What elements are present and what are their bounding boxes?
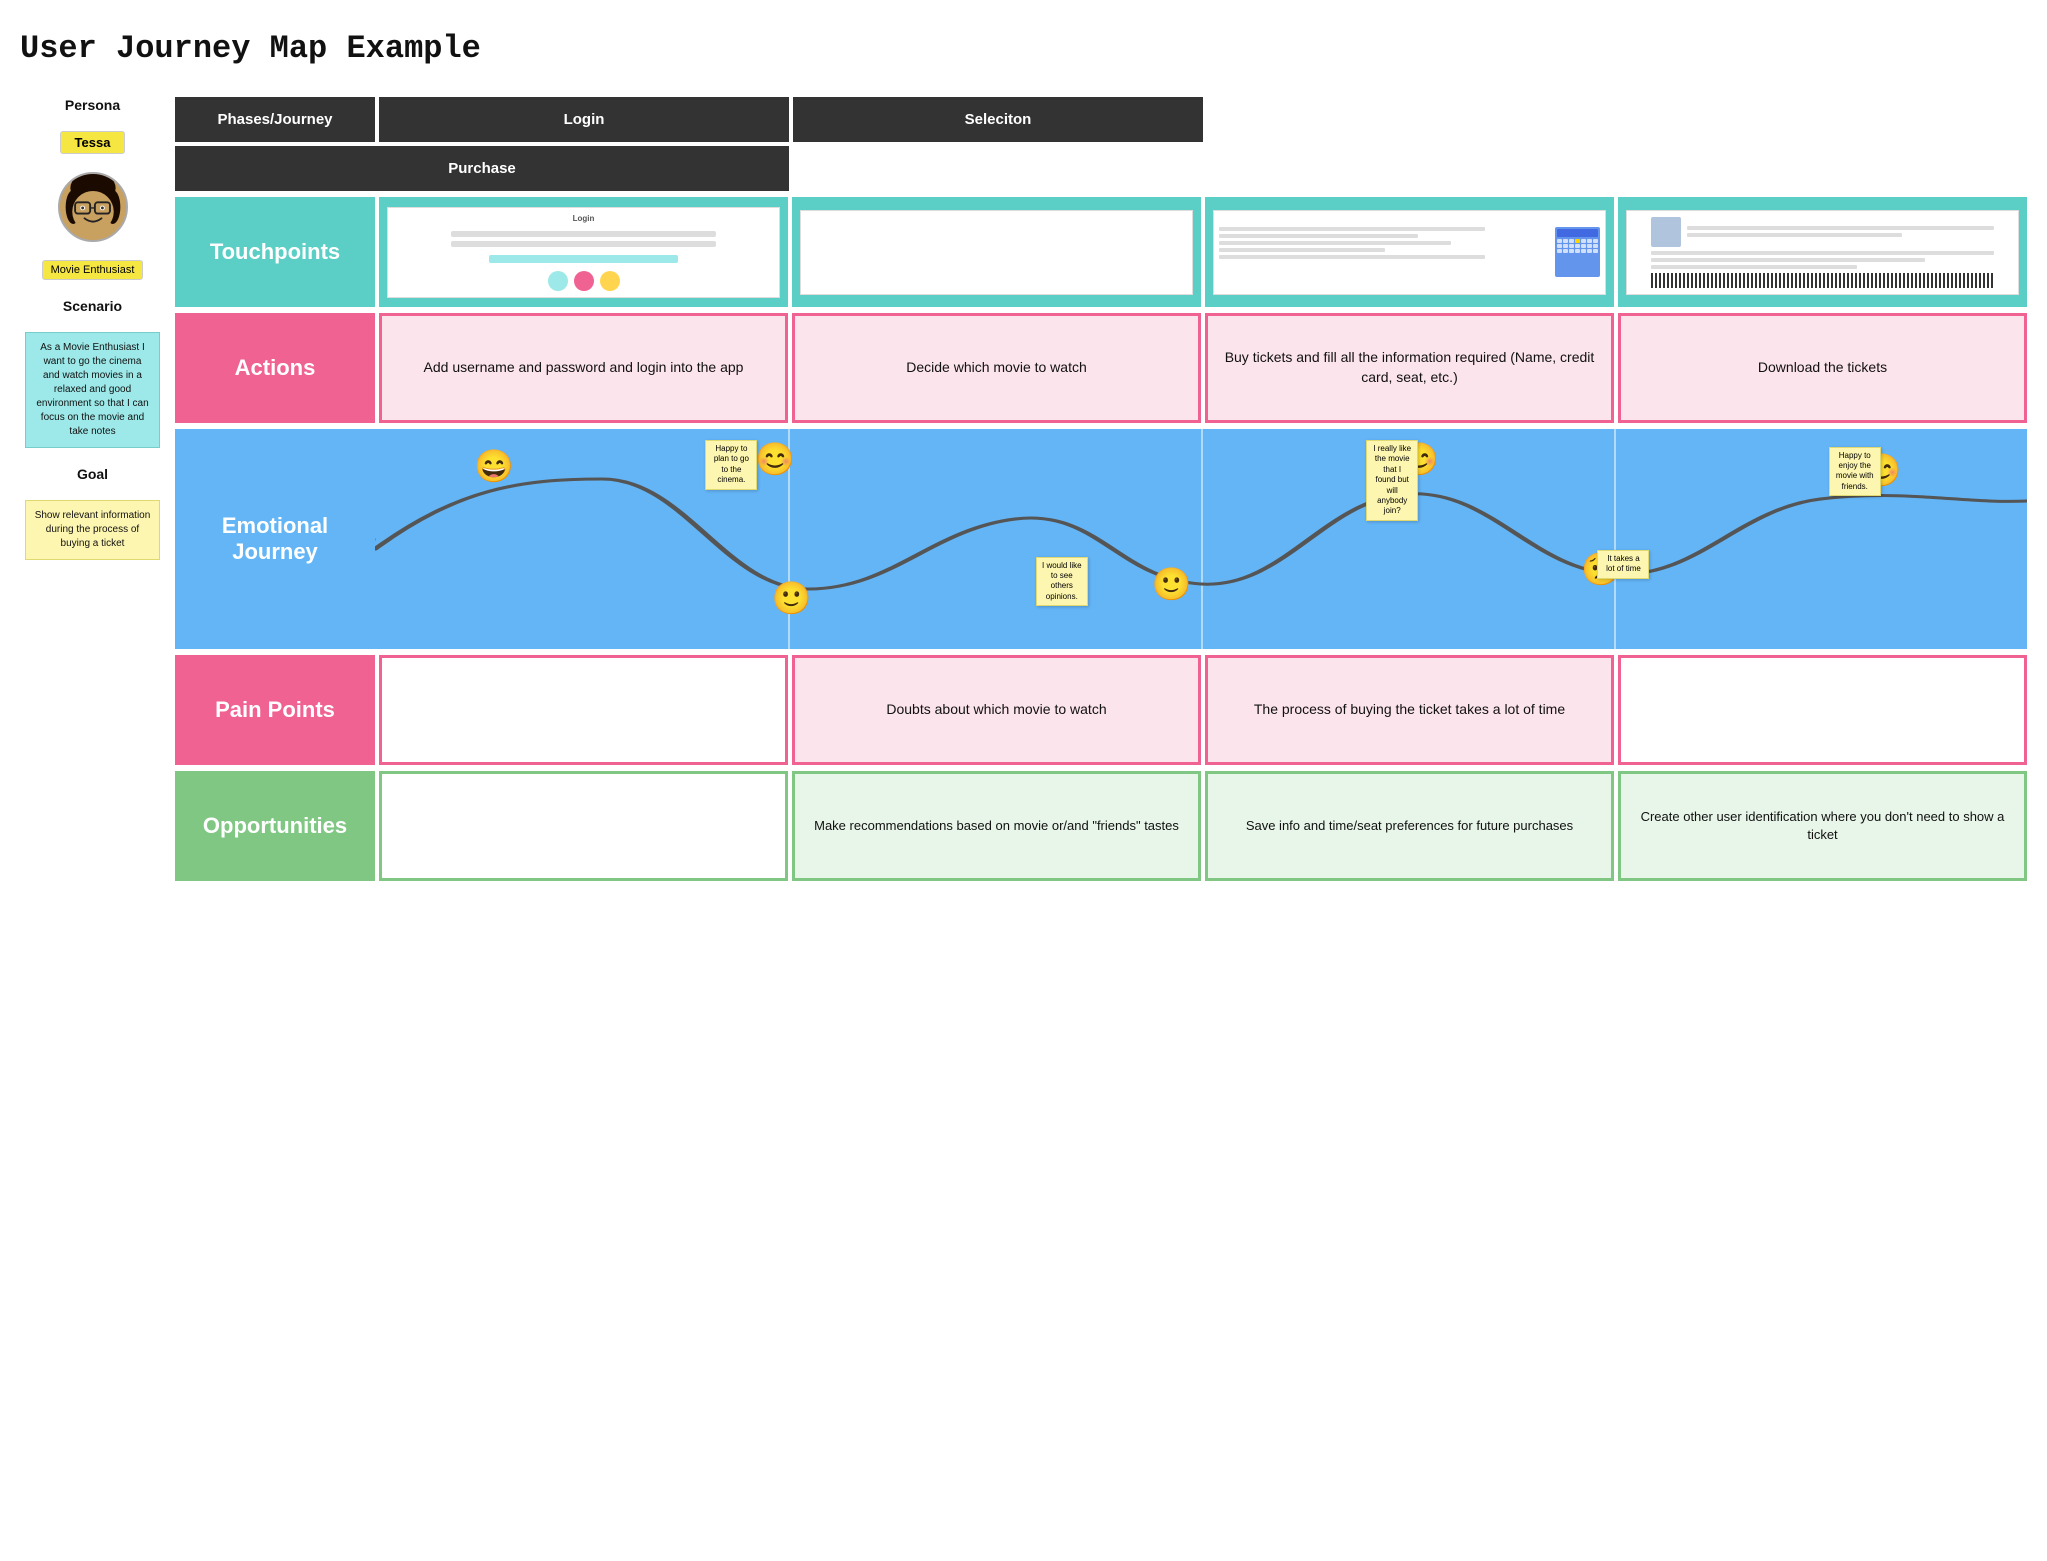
divider-3 [1614,429,1616,649]
opp-label: Opportunities [175,771,375,881]
sticky-3: I really like the movie that I found but… [1366,440,1418,521]
header-row: Phases/Journey Login Seleciton Purchase [175,97,2027,191]
sidebar: Persona Tessa [20,97,175,881]
scenario-note: As a Movie Enthusiast I want to go the c… [25,332,160,448]
payment-screenshot [1213,210,1606,295]
action-download: Download the tickets [1618,313,2027,423]
touchpoints-row: Touchpoints Login [175,197,2027,307]
emotional-content: ➜ 😄 🙂 😊 🙂 😊 😟 😊 Happy [375,429,2027,649]
touchpoint-selection [792,197,1201,307]
touchpoint-payment [1205,197,1614,307]
pain-cell-2: Doubts about which movie to watch [792,655,1201,765]
pain-points-row: Pain Points Doubts about which movie to … [175,655,2027,765]
page-title: User Journey Map Example [20,30,2027,67]
touchpoint-ticket [1618,197,2027,307]
pain-cell-1 [379,655,788,765]
sticky-5: Happy to enjoy the movie with friends. [1829,447,1881,497]
pain-cell-3: The process of buying the ticket takes a… [1205,655,1614,765]
ticket-screenshot [1626,210,2019,295]
header-login: Login [379,97,789,142]
sticky-1: Happy to plan to go to the cinema. [705,440,757,490]
persona-label: Persona [65,97,120,113]
opp-cell-1 [379,771,788,881]
actions-row: Actions Add username and password and lo… [175,313,2027,423]
opp-cell-4: Create other user identification where y… [1618,771,2027,881]
touchpoint-login: Login [379,197,788,307]
header-selection: Seleciton [793,97,1203,142]
touchpoints-label: Touchpoints [175,197,375,307]
emotional-row: Emotional Journey ➜ 😄 🙂 😊 🙂 😊 [175,429,2027,649]
emoji-1: 😄 [474,447,514,485]
opp-cell-2: Make recommendations based on movie or/a… [792,771,1201,881]
scenario-label: Scenario [63,298,122,314]
selection-screenshot [800,210,1193,295]
action-purchase: Buy tickets and fill all the information… [1205,313,1614,423]
header-purchase: Purchase [175,146,789,191]
persona-avatar [58,172,128,242]
sticky-2: I would like to see others opinions. [1036,557,1088,607]
goal-note: Show relevant information during the pro… [25,500,160,560]
main-grid: Phases/Journey Login Seleciton Purchase … [175,97,2027,881]
pain-cell-4 [1618,655,2027,765]
goal-label: Goal [77,466,108,482]
persona-role: Movie Enthusiast [42,260,144,280]
header-phases: Phases/Journey [175,97,375,142]
emoji-3: 😊 [755,440,795,478]
persona-name: Tessa [60,131,126,154]
action-login: Add username and password and login into… [379,313,788,423]
emotional-label: Emotional Journey [175,429,375,649]
emoji-4: 🙂 [1151,565,1191,603]
actions-label: Actions [175,313,375,423]
divider-2 [1201,429,1203,649]
emoji-2: 🙂 [771,579,811,617]
action-selection: Decide which movie to watch [792,313,1201,423]
opp-cell-3: Save info and time/seat preferences for … [1205,771,1614,881]
pain-label: Pain Points [175,655,375,765]
sticky-4: It takes a lot of time [1597,550,1649,579]
arrow-icon: ➜ [375,516,379,562]
login-screenshot: Login [387,207,780,298]
opportunities-row: Opportunities Make recommendations based… [175,771,2027,881]
